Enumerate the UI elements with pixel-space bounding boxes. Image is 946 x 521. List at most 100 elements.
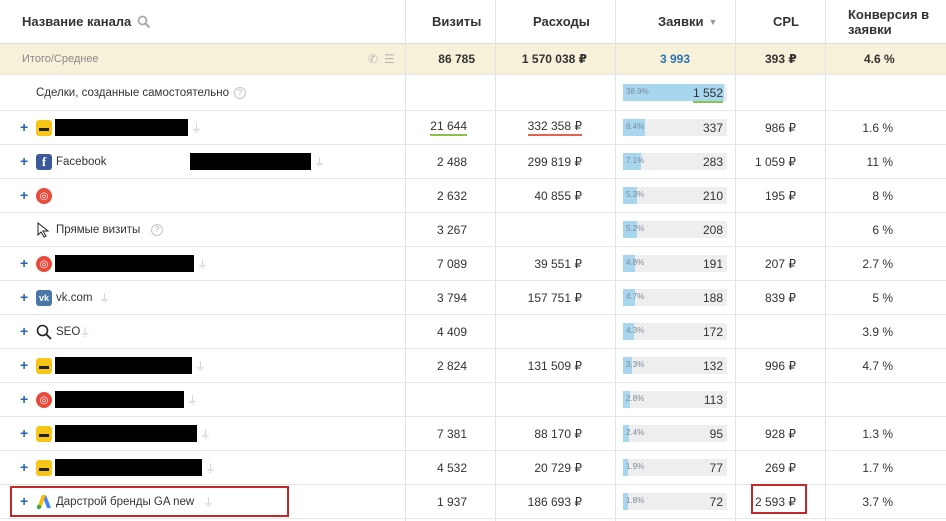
search-icon (36, 324, 52, 340)
visits-value: 4 409 (436, 324, 467, 339)
plug-icon[interactable]: ⏚ (191, 120, 202, 136)
plug-icon[interactable]: ⏚ (187, 392, 198, 408)
visits-value: 7 381 (436, 426, 467, 441)
cpl-value: 986 ₽ (765, 120, 796, 135)
column-divider (495, 0, 496, 521)
expand-row-button[interactable]: + (20, 119, 28, 135)
plug-icon[interactable]: ⏚ (195, 358, 206, 374)
cpl-header-label: CPL (773, 14, 799, 29)
deals-leads-value[interactable]: 1 552 (692, 86, 723, 103)
sort-desc-icon[interactable]: ▼ (708, 17, 717, 27)
total-row: Итого/Среднее ✆ ☰ 86 785 1 570 038 ₽ 3 9… (0, 44, 946, 75)
leads-bar-pct: 8.4% (626, 122, 645, 131)
plug-icon[interactable]: ⏚ (80, 324, 91, 340)
leads-value[interactable]: 191 (703, 257, 723, 271)
leads-value[interactable]: 283 (703, 155, 723, 169)
costs-value: 131 509 ₽ (527, 358, 582, 373)
leads-value[interactable]: 77 (710, 461, 723, 475)
deals-label: Сделки, созданные самостоятельно (36, 86, 229, 99)
table-row: Прямые визиты? 3 267 5.2% 208 6 % (0, 213, 946, 247)
leads-value[interactable]: 188 (703, 291, 723, 305)
plug-icon[interactable]: ⏚ (197, 256, 208, 272)
redacted-channel-name (55, 391, 184, 408)
expand-row-button[interactable]: + (20, 289, 28, 305)
costs-value: 299 819 ₽ (527, 154, 582, 169)
conversion-value: 3.7 % (862, 494, 893, 509)
highlight-box-cpl (751, 484, 807, 514)
column-header-visits[interactable]: Визиты (432, 0, 481, 43)
table-row: + ▬ ⏚ 2 824 131 509 ₽ 3.3% 132 996 ₽ 4.7 % (0, 349, 946, 383)
leads-value[interactable]: 113 (704, 393, 723, 407)
channel-header-label: Название канала (22, 14, 132, 29)
cursor-icon (36, 222, 52, 238)
expand-row-button[interactable]: + (20, 153, 28, 169)
highlight-box-channel (10, 486, 289, 517)
column-divider (615, 0, 616, 521)
phone-icon[interactable]: ✆ (368, 44, 378, 74)
list-icon[interactable]: ☰ (384, 44, 395, 74)
visits-value: 2 632 (436, 188, 467, 203)
costs-value: 157 751 ₽ (527, 290, 582, 305)
column-header-cpl[interactable]: CPL (773, 0, 799, 43)
leads-bar-pct: 2.4% (626, 428, 645, 437)
leads-bar: 2.4% 95 (623, 425, 727, 442)
plug-icon[interactable]: ⏚ (99, 290, 110, 306)
leads-bar: 2.8% 113 (623, 391, 727, 408)
expand-row-button[interactable]: + (20, 255, 28, 271)
column-header-channel[interactable]: Название канала (22, 0, 151, 43)
leads-bar: 5.2% 208 (623, 221, 727, 238)
channel-name[interactable]: SEO (56, 315, 80, 348)
leads-bar-pct: 4.3% (626, 326, 645, 335)
conversion-value: 2.7 % (862, 256, 893, 271)
plug-icon[interactable]: ⏚ (205, 460, 216, 476)
target-icon: ◎ (36, 392, 52, 408)
costs-value (490, 213, 582, 246)
cpl-value (740, 383, 796, 416)
plug-icon[interactable]: ⏚ (314, 154, 325, 170)
target-icon: ◎ (36, 188, 52, 204)
visits-value: 2 824 (436, 358, 467, 373)
expand-row-button[interactable]: + (20, 425, 28, 441)
leads-value[interactable]: 208 (703, 223, 723, 237)
leads-value[interactable]: 72 (710, 495, 723, 509)
leads-bar: 1.8% 72 (623, 493, 727, 510)
conversion-value: 6 % (872, 222, 893, 237)
cpl-value (740, 315, 796, 348)
expand-row-button[interactable]: + (20, 323, 28, 339)
leads-value[interactable]: 337 (703, 121, 723, 135)
column-divider (735, 0, 736, 521)
visits-value: 21 644 (405, 111, 467, 144)
channel-name[interactable]: Прямые визиты (56, 213, 140, 246)
leads-bar-pct: 7.1% (626, 156, 645, 165)
leads-value[interactable]: 132 (703, 359, 723, 373)
help-icon[interactable]: ? (151, 224, 163, 236)
leads-bar-pct: 1.9% (626, 462, 645, 471)
visits-value: 3 267 (436, 222, 467, 237)
leads-bar: 4.7% 188 (623, 289, 727, 306)
conversion-value: 3.9 % (862, 324, 893, 339)
column-header-costs[interactable]: Расходы (533, 0, 590, 43)
help-icon[interactable]: ? (233, 86, 246, 99)
expand-row-button[interactable]: + (20, 187, 28, 203)
plug-icon[interactable]: ⏚ (200, 426, 211, 442)
expand-row-button[interactable]: + (20, 357, 28, 373)
expand-row-button[interactable]: + (20, 391, 28, 407)
table-row: + ◎ 2 632 40 855 ₽ 5.3% 210 195 ₽ 8 % (0, 179, 946, 213)
total-leads[interactable]: 3 993 (660, 44, 690, 74)
leads-bar-pct: 1.8% (626, 496, 645, 505)
costs-header-label: Расходы (533, 14, 590, 29)
redacted-channel-name (55, 357, 192, 374)
costs-value: 39 551 ₽ (534, 256, 582, 271)
costs-value (490, 383, 582, 416)
column-header-conversion[interactable]: Конверсия в заявки (848, 0, 929, 43)
visits-value: 7 089 (436, 256, 467, 271)
leads-value[interactable]: 172 (703, 325, 723, 339)
channel-name[interactable]: Facebook (56, 145, 107, 178)
column-header-leads[interactable]: Заявки ▼ (658, 0, 717, 43)
expand-row-button[interactable]: + (20, 459, 28, 475)
leads-bar: 1.9% 77 (623, 459, 727, 476)
channel-name[interactable]: vk.com (56, 281, 92, 314)
leads-value[interactable]: 95 (710, 427, 723, 441)
search-icon[interactable] (137, 15, 151, 29)
leads-value[interactable]: 210 (703, 189, 723, 203)
